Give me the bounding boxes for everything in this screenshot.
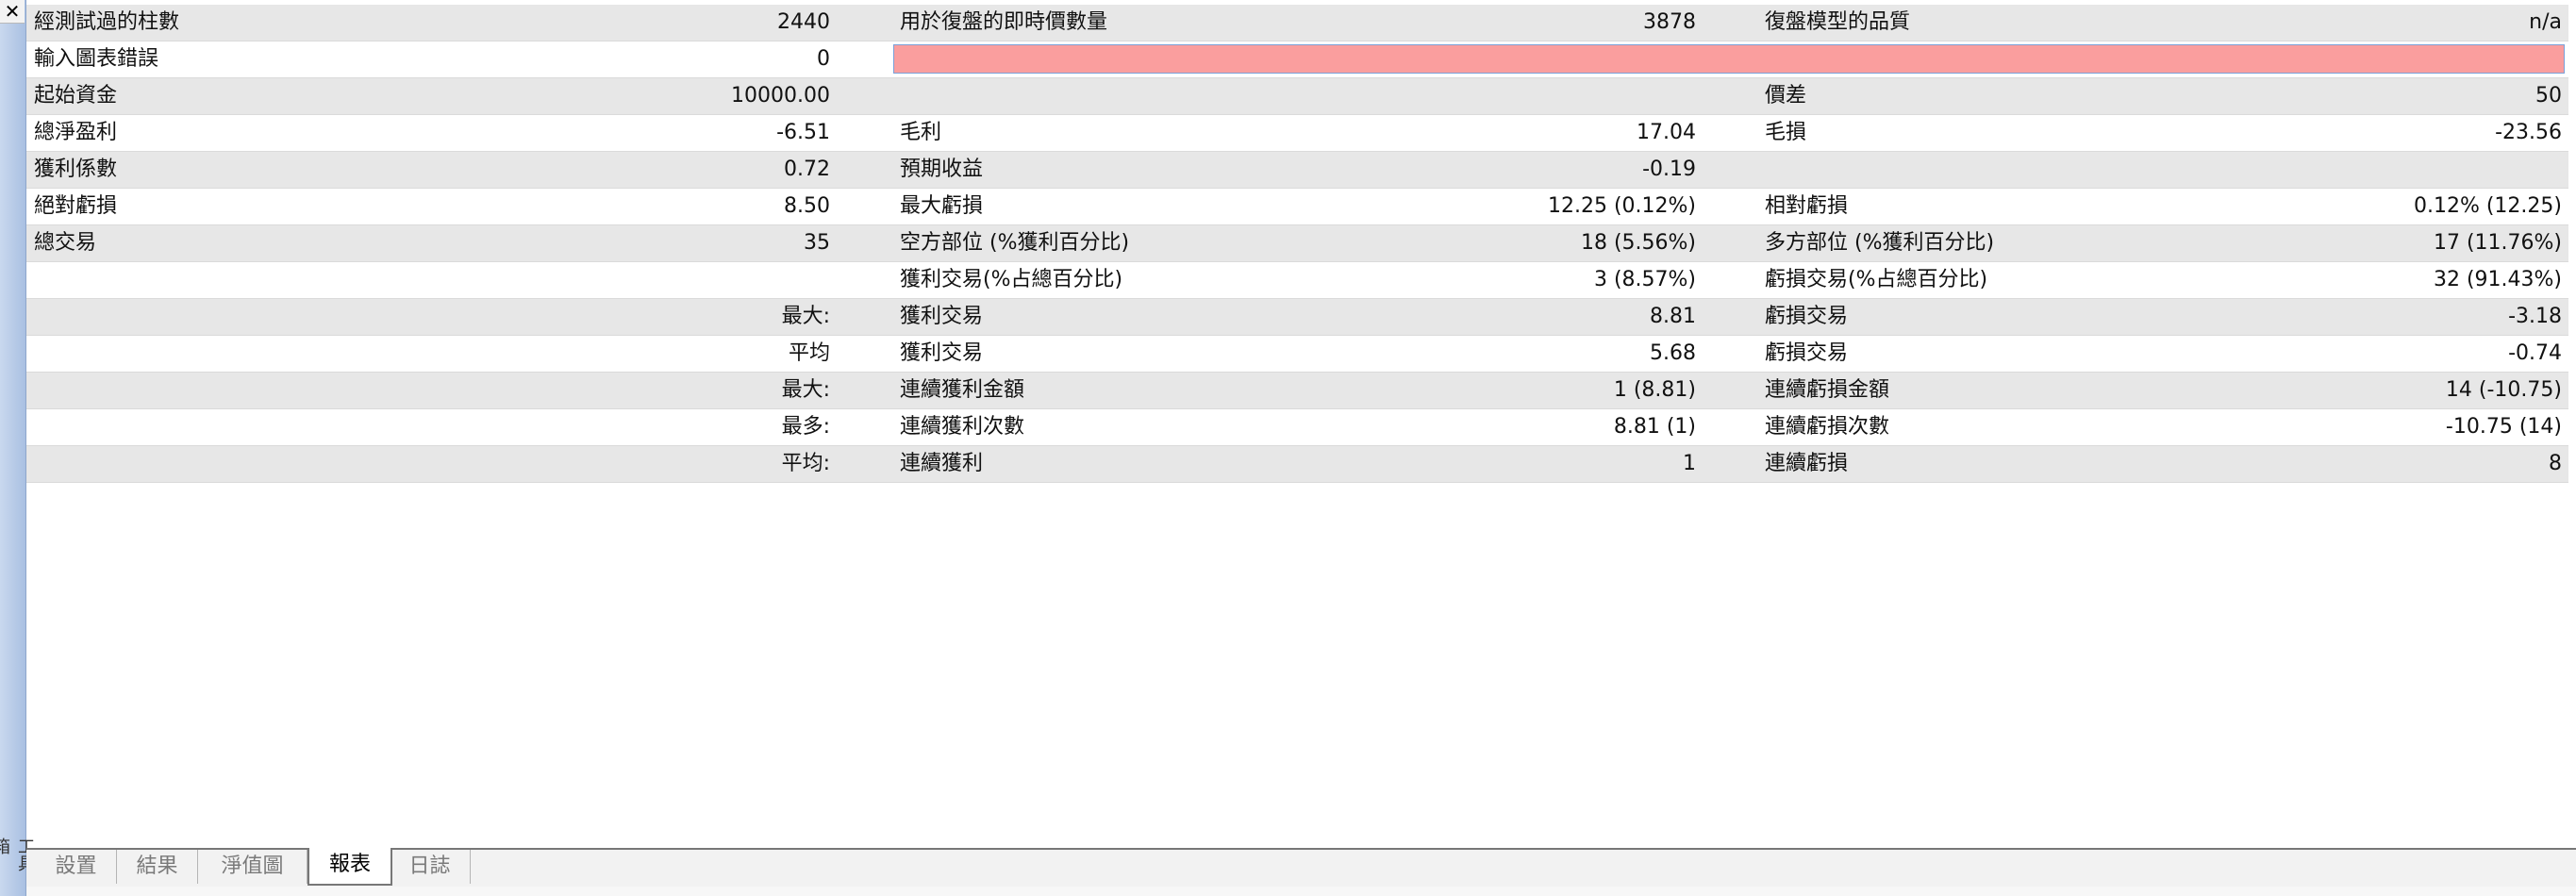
strategy-tester-report-window: ✕ 工具箱 經測試過的柱數 2440 用於復盤的即時價數量 3878 復盤模型的品質 n/… (0, 0, 2576, 896)
toolbox-side-label[interactable]: 工具箱 (0, 838, 35, 879)
col3-value: -3.18 (2508, 305, 2562, 328)
close-icon[interactable]: ✕ (0, 0, 25, 24)
report-row: 平均: 連續獲利 1 連續虧損 8 (26, 446, 2568, 483)
col3-value: 0.12% (12.25) (2413, 194, 2562, 218)
report-row: 絕對虧損 8.50 最大虧損 12.25 (0.12%) 相對虧損 0.12% (12.2… (26, 189, 2568, 225)
report-row: 總交易 35 空方部位 (%獲利百分比) 18 (5.56%) 多方部位 (%獲利百分比… (26, 225, 2568, 262)
report-row: 經測試過的柱數 2440 用於復盤的即時價數量 3878 復盤模型的品質 n/a (26, 5, 2568, 41)
report-row: 輸入圖表錯誤 0 (26, 41, 2568, 78)
col3-value: -10.75 (14) (2445, 415, 2562, 439)
col3-value: 14 (-10.75) (2445, 378, 2562, 402)
col3-value: 32 (91.43%) (2433, 268, 2562, 291)
tab-1[interactable]: 結果 (117, 850, 198, 884)
report-row: 最多: 連續獲利次數 8.81 (1) 連續虧損次數 -10.75 (14) (26, 409, 2568, 446)
report-row: 平均 獲利交易 5.68 虧損交易 -0.74 (26, 336, 2568, 373)
report-row: 最大: 連續獲利金額 1 (8.81) 連續虧損金額 14 (-10.75) (26, 373, 2568, 409)
tab-2[interactable]: 淨值圖 (198, 850, 307, 884)
report-row: 起始資金 10000.00 價差 50 (26, 78, 2568, 115)
col3-value (26, 152, 2562, 188)
report-row: 獲利係數 0.72 預期收益 -0.19 (26, 152, 2568, 189)
tab-4[interactable]: 日誌 (390, 850, 471, 884)
col3-value: -23.56 (2495, 121, 2562, 144)
report-row: 最大: 獲利交易 8.81 虧損交易 -3.18 (26, 299, 2568, 336)
col3-value: 50 (2535, 84, 2562, 108)
tab-3[interactable]: 報表 (307, 848, 392, 886)
toolbox-side-strip[interactable]: ✕ 工具箱 (0, 0, 35, 896)
chart-error-highlight-bar (893, 44, 2565, 74)
col3-value: n/a (2529, 10, 2562, 34)
report-row: 獲利交易(%占總百分比) 3 (8.57%) 虧損交易(%占總百分比) 32 (91.… (26, 262, 2568, 299)
col3-value: 17 (11.76%) (2433, 231, 2562, 255)
tester-tab-strip: 設置 結果 淨值圖 報表 日誌 (26, 848, 2576, 888)
col3-value: -0.74 (2508, 341, 2562, 365)
report-row: 總淨盈利 -6.51 毛利 17.04 毛損 -23.56 (26, 115, 2568, 152)
status-bottom-strip (26, 887, 2576, 896)
report-table: 經測試過的柱數 2440 用於復盤的即時價數量 3878 復盤模型的品質 n/a 輸入圖表錯… (26, 5, 2568, 483)
col3-value: 8 (2549, 452, 2562, 475)
tab-0[interactable]: 設置 (36, 850, 117, 884)
